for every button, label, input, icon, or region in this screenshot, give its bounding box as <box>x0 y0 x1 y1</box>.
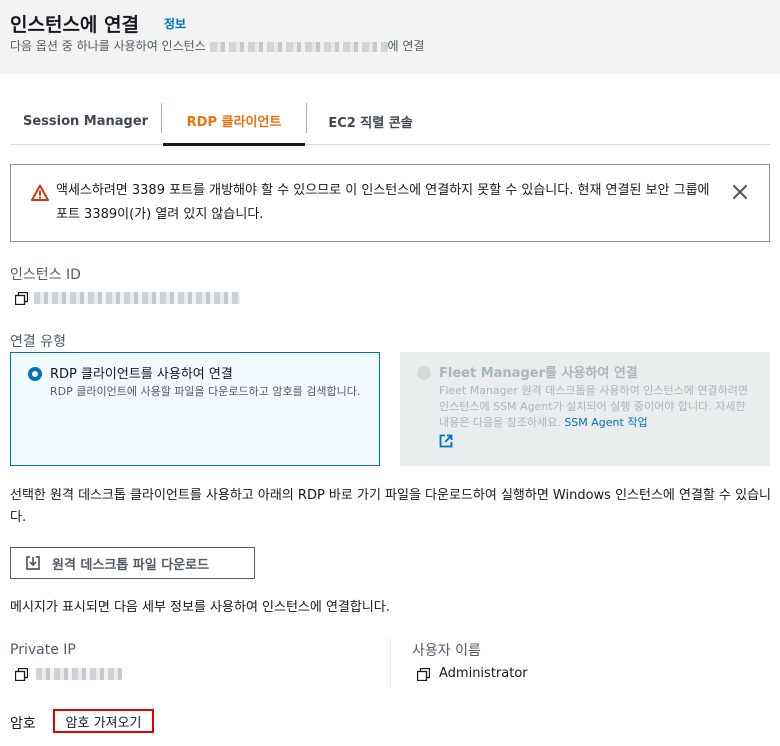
ssm-agent-link[interactable]: SSM Agent 작업 <box>564 416 647 429</box>
download-button-label: 원격 데스크톱 파일 다운로드 <box>52 557 210 573</box>
username-value: Administrator <box>439 666 528 681</box>
subtitle-suffix: 에 연결 <box>387 39 425 53</box>
username-label: 사용자 이름 <box>412 643 481 659</box>
fleet-option-description: Fleet Manager 원격 데스크톱을 사용하여 인스턴스에 연결하려면 … <box>439 383 759 431</box>
copy-icon[interactable] <box>15 668 28 681</box>
fleet-manager-option-tile: Fleet Manager를 사용하여 연결 Fleet Manager 원격 … <box>400 352 770 466</box>
rdp-option-description: RDP 클라이언트에 사용할 파일을 다운로드하고 암호를 검색합니다. <box>50 385 361 398</box>
fleet-option-title: Fleet Manager를 사용하여 연결 <box>439 366 638 381</box>
tab-ec2-serial-console[interactable]: EC2 직렬 콘솔 <box>308 97 433 145</box>
tab-divider <box>161 103 162 133</box>
page-subtitle: 다음 옵션 중 하나를 사용하여 인스턴스 에 연결 <box>10 37 424 54</box>
rdp-client-option-tile[interactable]: RDP 클라이언트를 사용하여 연결 RDP 클라이언트에 사용할 파일을 다운… <box>10 352 380 466</box>
copy-icon[interactable] <box>417 668 430 681</box>
subtitle-prefix: 다음 옵션 중 하나를 사용하여 인스턴스 <box>10 39 210 53</box>
instance-id-label: 인스턴스 ID <box>10 267 81 283</box>
connection-type-label: 연결 유형 <box>10 334 66 350</box>
copy-icon[interactable] <box>15 292 28 305</box>
info-link[interactable]: 정보 <box>164 15 186 32</box>
rdp-radio-button[interactable] <box>28 367 42 381</box>
download-rdp-file-button[interactable]: 원격 데스크톱 파일 다운로드 <box>10 547 255 579</box>
close-icon[interactable] <box>731 183 749 201</box>
instructions-text: 선택한 원격 데스크톱 클라이언트를 사용하고 아래의 RDP 바로 가기 파일… <box>10 488 771 525</box>
download-icon <box>26 556 40 570</box>
page-header: 인스턴스에 연결 정보 다음 옵션 중 하나를 사용하여 인스턴스 에 연결 <box>0 0 780 74</box>
external-link-icon[interactable] <box>439 434 453 448</box>
prompt-text: 메시지가 표시되면 다음 세부 정보를 사용하여 인스턴스에 연결합니다. <box>10 600 390 615</box>
alert-message: 액세스하려면 3389 포트를 개방해야 할 수 있으므로 이 인스턴스에 연결… <box>56 183 710 222</box>
redacted-instance-id-value <box>34 292 240 304</box>
get-password-button[interactable]: 암호 가져오기 <box>53 709 154 733</box>
redacted-instance-id <box>209 41 388 52</box>
column-divider <box>390 638 391 688</box>
warning-alert: 액세스하려면 3389 포트를 개방해야 할 수 있으므로 이 인스턴스에 연결… <box>10 164 770 242</box>
tab-session-manager[interactable]: Session Manager <box>10 97 161 145</box>
connection-tabs: Session Manager RDP 클라이언트 EC2 직렬 콘솔 <box>10 97 770 146</box>
warning-icon <box>31 184 49 201</box>
page-title: 인스턴스에 연결 <box>10 14 139 36</box>
tab-divider <box>306 103 307 133</box>
redacted-private-ip-value <box>36 668 122 680</box>
private-ip-label: Private IP <box>10 642 76 658</box>
rdp-option-title: RDP 클라이언트를 사용하여 연결 <box>50 367 233 382</box>
tab-rdp-client[interactable]: RDP 클라이언트 <box>163 97 305 146</box>
fleet-radio-button <box>417 366 431 380</box>
password-label: 암호 <box>10 716 36 732</box>
